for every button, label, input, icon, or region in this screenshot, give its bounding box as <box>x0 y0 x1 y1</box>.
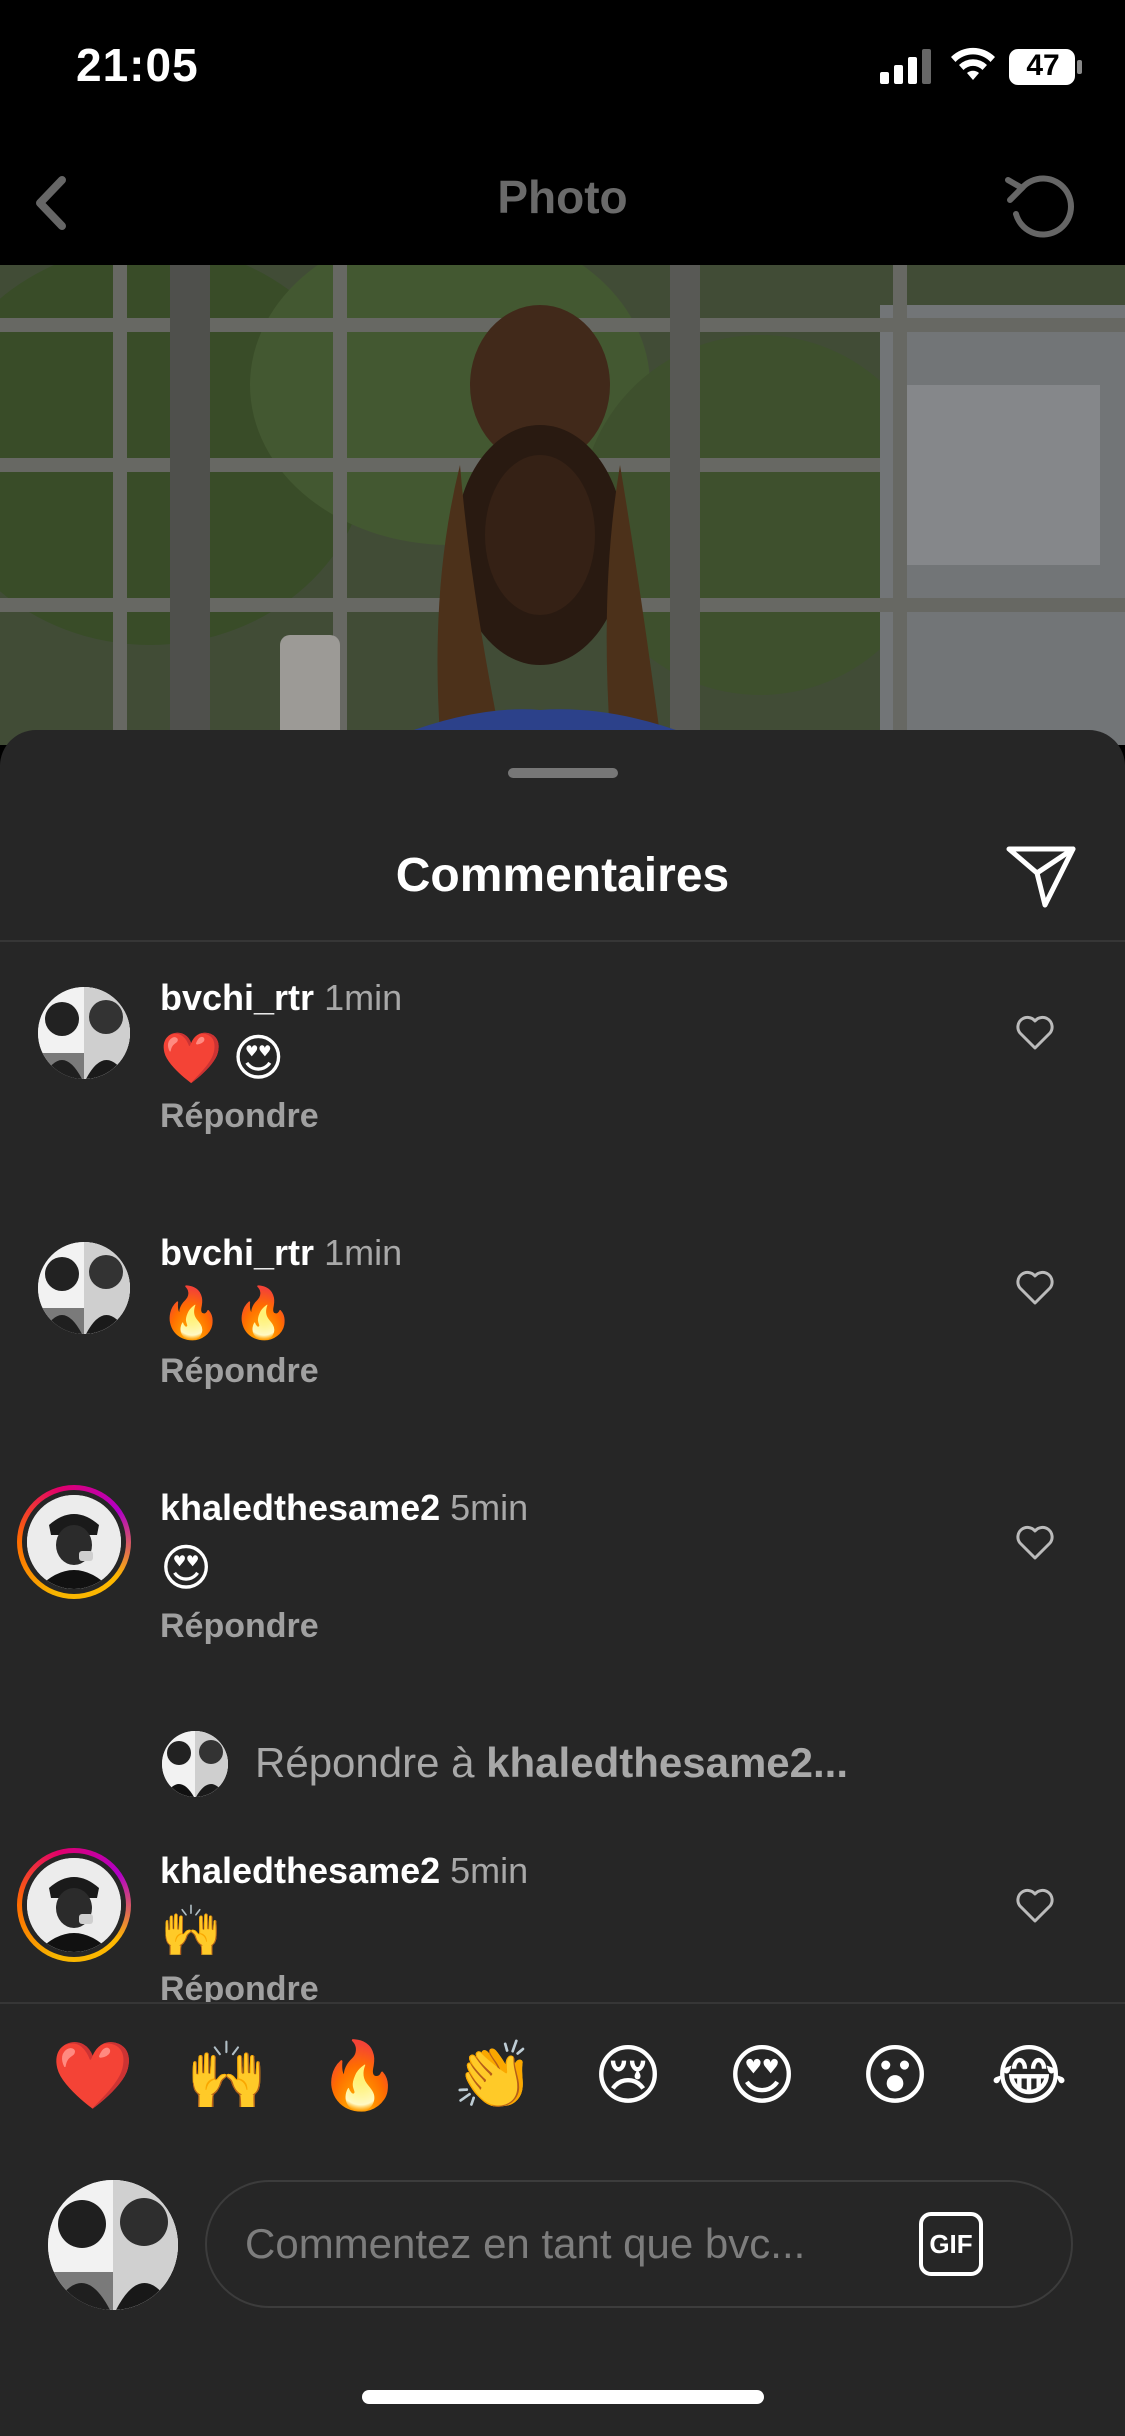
comment-item: khaledthesame2 5min 🙌 Répondre <box>0 1848 1125 2002</box>
reply-prompt-text[interactable]: Répondre à khaledthesame2... <box>255 1739 848 1787</box>
avatar[interactable] <box>38 987 130 1079</box>
emoji-fire-button[interactable]: 🔥 <box>305 2020 415 2130</box>
sheet-title: Commentaires <box>395 849 730 902</box>
comment-header: khaledthesame2 5min <box>160 1487 528 1529</box>
comment-item: bvchi_rtr 1min 🔥🔥 Répondre <box>0 1232 1125 1432</box>
comment-text: 🙌 <box>160 1903 233 1959</box>
comments-list[interactable]: bvchi_rtr 1min ❤️😍 Répondre bvchi_rtr 1m… <box>0 942 1125 2002</box>
comment-time: 5min <box>450 1850 529 1891</box>
comment-item: khaledthesame2 5min 😍 Répondre <box>0 1485 1125 1687</box>
story-ring-gap <box>22 1490 126 1594</box>
nav-bar: Photo <box>0 140 1125 265</box>
comment-input-placeholder: Commentez en tant que bvc... <box>245 2220 806 2267</box>
divider <box>0 2002 1125 2004</box>
signal-icon <box>880 49 931 84</box>
heart-icon[interactable] <box>1015 1270 1055 1306</box>
composer-avatar <box>48 2180 178 2310</box>
story-ring[interactable] <box>17 1485 131 1599</box>
reply-button[interactable]: Répondre <box>160 1097 319 1136</box>
heart-icon[interactable] <box>1015 1015 1055 1051</box>
reply-button[interactable]: Répondre <box>160 1970 319 2002</box>
sheet-grabber[interactable] <box>508 768 618 778</box>
avatar[interactable] <box>27 1495 121 1589</box>
emoji-heart-button[interactable]: ❤️ <box>38 2020 148 2130</box>
reply-button[interactable]: Répondre <box>160 1352 319 1391</box>
page-title: Photo <box>497 171 628 223</box>
comments-sheet: Commentaires bvchi_rtr 1min ❤️😍 Répondre… <box>0 730 1125 2436</box>
quick-emoji-bar: ❤️ 🙌 🔥 👏 😢 😍 😮 😂 <box>0 2020 1125 2130</box>
emoji-crying-button[interactable]: 😢 <box>573 2020 683 2130</box>
comment-text: 😍 <box>160 1540 223 1596</box>
comment-time: 1min <box>324 977 403 1018</box>
comment-input[interactable]: Commentez en tant que bvc... GIF <box>205 2180 1073 2308</box>
status-bar: 21:05 47 <box>0 0 1125 140</box>
comment-text: ❤️😍 <box>160 1030 295 1086</box>
avatar[interactable] <box>38 1242 130 1334</box>
comment-username[interactable]: bvchi_rtr <box>160 977 314 1018</box>
battery-level: 47 <box>1026 49 1060 82</box>
post-photo[interactable] <box>0 265 1125 745</box>
reply-prompt-prefix: Répondre à <box>255 1739 487 1786</box>
comment-text: 🔥🔥 <box>160 1285 305 1341</box>
emoji-heart-eyes-button[interactable]: 😍 <box>707 2020 817 2130</box>
emoji-laughing-button[interactable]: 😂 <box>974 2020 1084 2130</box>
comment-username[interactable]: khaledthesame2 <box>160 1850 440 1891</box>
comment-username[interactable]: bvchi_rtr <box>160 1232 314 1273</box>
home-indicator <box>362 2390 764 2404</box>
comment-time: 5min <box>450 1487 529 1528</box>
comment-header: khaledthesame2 5min <box>160 1850 528 1892</box>
story-ring-gap <box>22 1853 126 1957</box>
emoji-surprised-button[interactable]: 😮 <box>840 2020 950 2130</box>
wifi-icon <box>951 47 995 80</box>
refresh-icon[interactable] <box>1000 166 1084 246</box>
reply-button[interactable]: Répondre <box>160 1607 319 1646</box>
story-ring[interactable] <box>17 1848 131 1962</box>
comment-item: bvchi_rtr 1min ❤️😍 Répondre <box>0 977 1125 1177</box>
reply-prompt[interactable]: Répondre à khaledthesame2... <box>0 1725 1125 1805</box>
avatar[interactable] <box>27 1858 121 1952</box>
heart-icon[interactable] <box>1015 1888 1055 1924</box>
comment-time: 1min <box>324 1232 403 1273</box>
heart-icon[interactable] <box>1015 1525 1055 1561</box>
comment-header: bvchi_rtr 1min <box>160 977 402 1019</box>
emoji-clap-button[interactable]: 👏 <box>439 2020 549 2130</box>
avatar <box>162 1731 228 1797</box>
status-time: 21:05 <box>76 39 199 91</box>
gif-button[interactable]: GIF <box>919 2212 983 2276</box>
comment-header: bvchi_rtr 1min <box>160 1232 402 1274</box>
comment-username[interactable]: khaledthesame2 <box>160 1487 440 1528</box>
emoji-raised-hands-button[interactable]: 🙌 <box>172 2020 282 2130</box>
reply-prompt-username: khaledthesame2... <box>486 1739 849 1786</box>
share-icon[interactable] <box>1005 843 1077 909</box>
